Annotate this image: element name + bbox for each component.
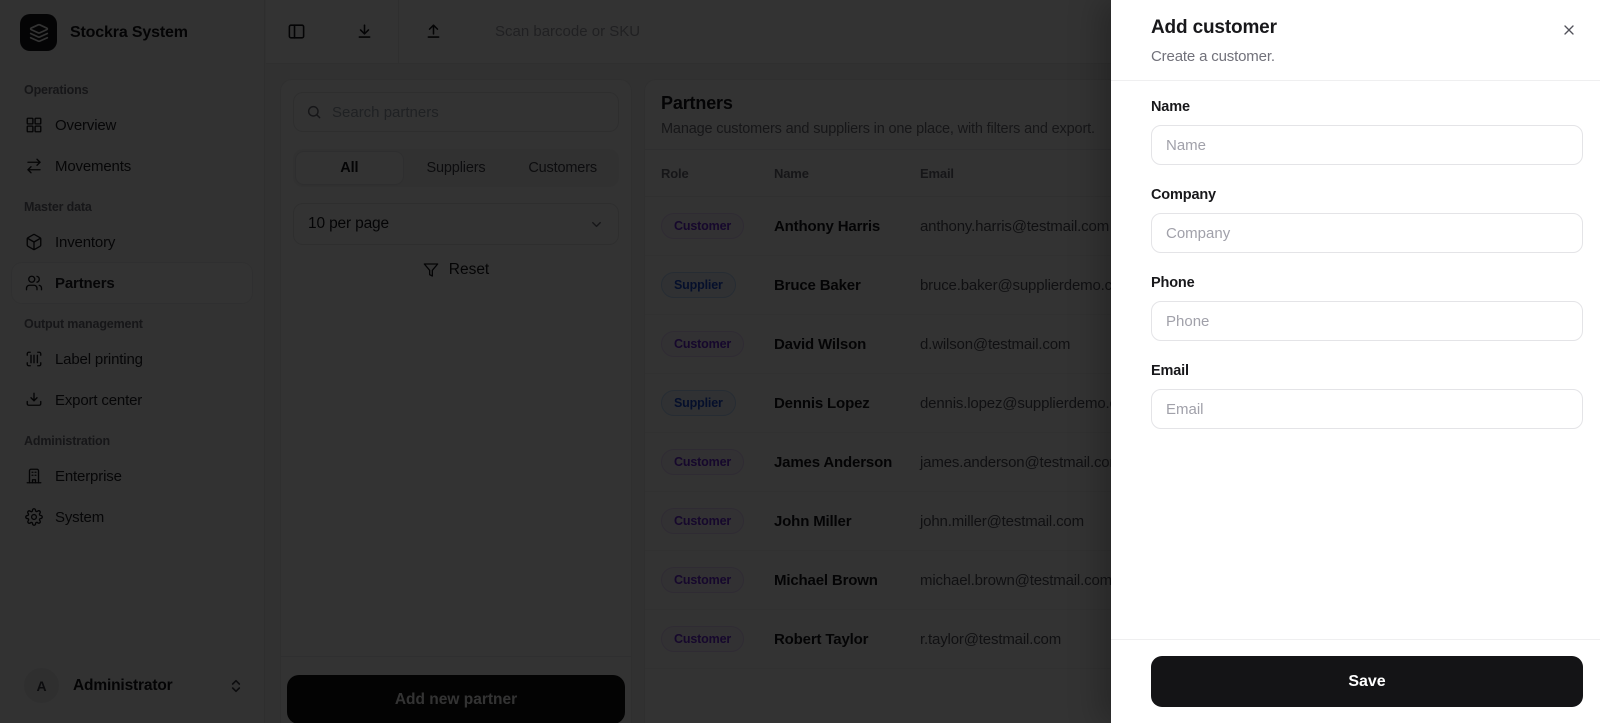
email-input[interactable] — [1151, 389, 1583, 429]
field-label: Email — [1151, 363, 1189, 379]
field-label: Company — [1151, 187, 1216, 203]
close-drawer-button[interactable] — [1555, 16, 1583, 44]
field-phone: Phone — [1151, 275, 1583, 341]
save-button[interactable]: Save — [1151, 656, 1583, 707]
add-customer-drawer: Add customer Create a customer. Name Comp… — [1111, 0, 1600, 723]
field-label: Name — [1151, 99, 1190, 115]
modal-overlay[interactable] — [0, 0, 1111, 723]
phone-input[interactable] — [1151, 301, 1583, 341]
field-label: Phone — [1151, 275, 1195, 291]
field-company: Company — [1151, 187, 1583, 253]
drawer-subtitle: Create a customer. — [1151, 48, 1275, 65]
company-input[interactable] — [1151, 213, 1583, 253]
name-input[interactable] — [1151, 125, 1583, 165]
close-icon — [1564, 25, 1574, 35]
field-name: Name — [1151, 99, 1583, 165]
drawer-title: Add customer — [1151, 17, 1277, 38]
field-email: Email — [1151, 363, 1583, 429]
drawer-form: Name Company Phone Email — [1111, 81, 1600, 429]
